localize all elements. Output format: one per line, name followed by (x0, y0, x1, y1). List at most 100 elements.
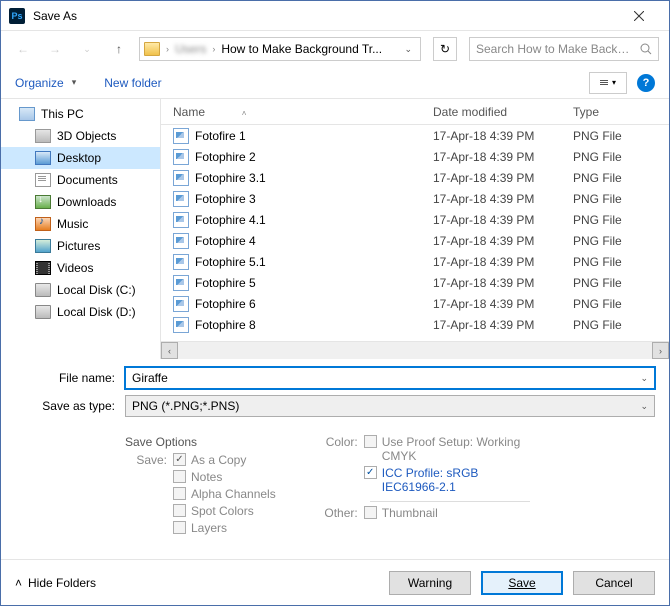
window-title: Save As (33, 9, 616, 23)
save-button[interactable]: Save (481, 571, 563, 595)
opt-icc-profile[interactable]: ICC Profile: sRGB IEC61966-2.1 (364, 466, 534, 494)
png-file-icon (173, 275, 189, 291)
file-name: Fotophire 5.1 (195, 255, 266, 269)
breadcrumb-hidden[interactable]: Users (175, 42, 206, 56)
address-dropdown[interactable]: ⌄ (400, 44, 416, 55)
chevron-down-icon[interactable]: ⌄ (640, 401, 648, 412)
checkbox-icon[interactable] (364, 466, 377, 479)
sidebar-item[interactable]: Downloads (1, 191, 160, 213)
view-mode-button[interactable]: ▾ (589, 72, 627, 94)
search-icon (640, 43, 652, 55)
file-date: 17-Apr-18 4:39 PM (433, 213, 573, 227)
chevron-down-icon[interactable]: ⌄ (640, 373, 648, 384)
file-row[interactable]: Fotophire 617-Apr-18 4:39 PMPNG File (161, 293, 669, 314)
col-type[interactable]: Type (573, 105, 669, 119)
opt-thumbnail: Thumbnail (364, 506, 438, 520)
refresh-icon: ↻ (440, 42, 450, 56)
chevron-down-icon: ▾ (68, 77, 81, 88)
file-row[interactable]: Fotophire 217-Apr-18 4:39 PMPNG File (161, 146, 669, 167)
file-list[interactable]: Fotofire 117-Apr-18 4:39 PMPNG FileFotop… (161, 125, 669, 342)
scroll-left-icon[interactable]: ‹ (161, 342, 178, 359)
file-pane: Name ˄ Date modified Type Fotofire 117-A… (161, 99, 669, 359)
png-file-icon (173, 170, 189, 186)
color-label: Color: (316, 435, 364, 449)
refresh-button[interactable]: ↻ (433, 37, 457, 61)
file-row[interactable]: Fotophire 4.1 17-Apr-18 4:39 PMPNG File (161, 209, 669, 230)
file-type: PNG File (573, 129, 669, 143)
hide-folders-toggle[interactable]: ˄ Hide Folders (15, 576, 96, 590)
file-type: PNG File (573, 255, 669, 269)
sidebar-item[interactable]: Documents (1, 169, 160, 191)
opt-alpha: Alpha Channels (173, 487, 276, 501)
chevron-right-icon: › (212, 44, 215, 54)
close-icon (634, 11, 644, 21)
up-button[interactable]: ↑ (107, 37, 131, 61)
file-name: Fotophire 8 (195, 318, 256, 332)
horizontal-scrollbar[interactable]: ‹ › (161, 342, 669, 359)
save-options: Save Options Save: As a Copy Notes Alpha… (1, 427, 669, 544)
explorer-body: This PC3D Objects Desktop Documents Downloa… (1, 99, 669, 359)
file-row[interactable]: Fotophire 3.117-Apr-18 4:39 PMPNG File (161, 167, 669, 188)
titlebar: Ps Save As (1, 1, 669, 31)
file-row[interactable]: Fotophire 417-Apr-18 4:39 PMPNG File (161, 230, 669, 251)
search-input[interactable]: Search How to Make Backgro... (469, 37, 659, 61)
recent-dropdown[interactable]: ⌄ (75, 37, 99, 61)
chevron-down-icon: ▾ (612, 78, 616, 87)
file-row[interactable]: Fotophire 817-Apr-18 4:39 PMPNG File (161, 314, 669, 335)
help-button[interactable]: ? (637, 74, 655, 92)
cancel-button[interactable]: Cancel (573, 571, 655, 595)
file-date: 17-Apr-18 4:39 PM (433, 276, 573, 290)
checkbox-icon (173, 470, 186, 483)
sidebar-item[interactable]: Music (1, 213, 160, 235)
png-file-icon (173, 212, 189, 228)
breadcrumb-current[interactable]: How to Make Background Tr... (221, 42, 382, 56)
folder-icon (144, 42, 160, 56)
opt-spot: Spot Colors (173, 504, 276, 518)
file-name: Fotophire 3 (195, 192, 256, 206)
sidebar-item[interactable]: Pictures (1, 235, 160, 257)
col-date[interactable]: Date modified (433, 105, 573, 119)
organize-menu[interactable]: Organize ▾ (15, 76, 80, 90)
file-type: PNG File (573, 213, 669, 227)
file-name: Fotophire 4 (195, 234, 256, 248)
file-row[interactable]: Fotophire 317-Apr-18 4:39 PMPNG File (161, 188, 669, 209)
file-name: Fotophire 2 (195, 150, 256, 164)
sidebar-item[interactable]: Local Disk (C:) (1, 279, 160, 301)
filename-input[interactable]: Giraffe ⌄ (125, 367, 655, 389)
photoshop-icon: Ps (9, 8, 25, 24)
file-row[interactable]: Fotophire 517-Apr-18 4:39 PMPNG File (161, 272, 669, 293)
file-row[interactable]: Fotofire 117-Apr-18 4:39 PMPNG File (161, 125, 669, 146)
filename-label: File name: (15, 371, 125, 385)
png-file-icon (173, 296, 189, 312)
file-name: Fotophire 4.1 (195, 213, 266, 227)
file-row[interactable]: Fotophire 5.117-Apr-18 4:39 PMPNG File (161, 251, 669, 272)
sidebar-item[interactable]: 3D Objects (1, 125, 160, 147)
savetype-dropdown[interactable]: PNG (*.PNG;*.PNS) ⌄ (125, 395, 655, 417)
new-folder-button[interactable]: New folder (104, 76, 161, 90)
sidebar-item[interactable]: This PC (1, 103, 160, 125)
file-type: PNG File (573, 150, 669, 164)
file-date: 17-Apr-18 4:39 PM (433, 234, 573, 248)
sidebar-item[interactable]: Videos (1, 257, 160, 279)
address-bar[interactable]: › Users › How to Make Background Tr... ⌄ (139, 37, 421, 61)
warning-button[interactable]: Warning (389, 571, 471, 595)
toolbar: Organize ▾ New folder ▾ ? (1, 67, 669, 99)
sidebar-item[interactable]: Local Disk (D:) (1, 301, 160, 323)
png-file-icon (173, 191, 189, 207)
chevron-up-icon: ˄ (15, 576, 22, 590)
sidebar-item-label: Downloads (57, 195, 116, 209)
back-button[interactable]: ← (11, 37, 35, 61)
scroll-right-icon[interactable]: › (652, 342, 669, 359)
opt-notes: Notes (173, 470, 276, 484)
file-type: PNG File (573, 297, 669, 311)
sidebar-item-label: Desktop (57, 151, 101, 165)
close-button[interactable] (616, 1, 661, 31)
opt-proof-setup: Use Proof Setup: Working CMYK (364, 435, 534, 463)
col-name[interactable]: Name ˄ (173, 105, 433, 119)
sidebar[interactable]: This PC3D Objects Desktop Documents Downloa… (1, 99, 161, 359)
save-form: File name: Giraffe ⌄ Save as type: PNG (… (1, 359, 669, 427)
file-date: 17-Apr-18 4:39 PM (433, 297, 573, 311)
folder-icon (35, 173, 51, 187)
sidebar-item[interactable]: Desktop (1, 147, 160, 169)
forward-button[interactable]: → (43, 37, 67, 61)
